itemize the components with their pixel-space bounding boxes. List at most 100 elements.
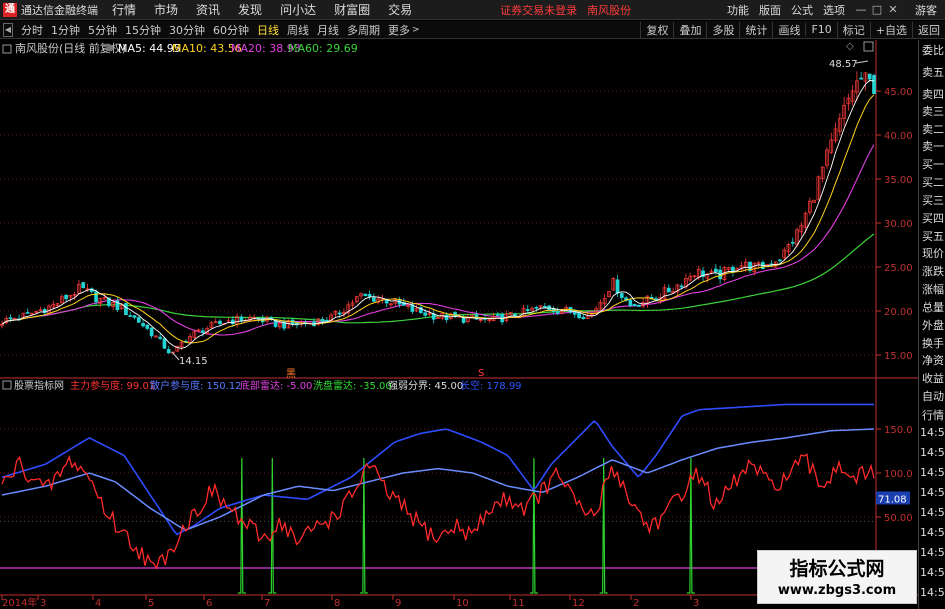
restore-panel-icon[interactable]: [863, 41, 874, 52]
chart-area[interactable]: 45.0040.0035.0030.0025.0020.0015.00 南风股份…: [0, 40, 918, 609]
menu-news[interactable]: 资讯: [196, 1, 220, 18]
indicator-bottom-radar: 底部雷达: -5.00: [240, 379, 312, 392]
sidebar-item-6[interactable]: 买一: [920, 156, 945, 172]
chevron-right-icon[interactable]: >: [412, 25, 420, 35]
long-short-line: [1, 428, 875, 531]
period-30min[interactable]: 30分钟: [169, 22, 205, 38]
period-15min[interactable]: 15分钟: [125, 22, 161, 38]
indicator-strength-divider: 强弱分界: 45.00: [388, 380, 463, 392]
sidebar-item-11[interactable]: 现价: [920, 245, 945, 261]
period-60min[interactable]: 60分钟: [213, 22, 249, 38]
tool-add-watchlist[interactable]: +自选: [869, 21, 912, 38]
indicator-toggle-icon[interactable]: [2, 380, 12, 390]
tool-f10[interactable]: F10: [805, 23, 836, 36]
current-stock-name: 南风股份: [587, 3, 632, 17]
sidebar-item-0[interactable]: 委比: [920, 42, 945, 58]
sidebar-item-3[interactable]: 卖三: [920, 103, 945, 119]
candle-body: [132, 315, 137, 318]
sidebar-item-14[interactable]: 总量: [920, 299, 945, 315]
sidebar-item-13[interactable]: 涨幅: [920, 281, 945, 297]
guest-login[interactable]: 游客: [915, 2, 937, 18]
tool-back[interactable]: 返回: [912, 21, 945, 38]
washout-spike: [599, 457, 608, 594]
tool-mark[interactable]: 标记: [836, 21, 870, 38]
menu-discover[interactable]: 发现: [238, 1, 262, 18]
candle-body: [872, 75, 876, 95]
sidebar-item-18[interactable]: 收益: [920, 370, 945, 386]
sidebar-item-4[interactable]: 卖二: [920, 121, 945, 137]
x-axis-label: 2: [633, 598, 639, 609]
sidebar-item-26[interactable]: 14:50: [920, 526, 945, 539]
price-tick-label: 20.00: [884, 307, 913, 318]
minimize-icon[interactable]: —: [853, 3, 869, 16]
sidebar-item-7[interactable]: 买二: [920, 174, 945, 190]
menu-options[interactable]: 选项: [823, 2, 845, 18]
menu-wealth[interactable]: 财富圈: [334, 1, 370, 18]
watermark-title: 指标公式网: [789, 558, 885, 580]
sidebar-item-19[interactable]: 自动: [920, 388, 945, 404]
sidebar-item-2[interactable]: 卖四: [920, 86, 945, 102]
sidebar-item-1[interactable]: 卖五: [920, 64, 945, 80]
sidebar-item-10[interactable]: 买五: [920, 228, 945, 244]
main-force-line: [1, 453, 875, 570]
sidebar-item-9[interactable]: 买四: [920, 210, 945, 226]
candle-body: [423, 312, 428, 316]
nav-left-icon[interactable]: ◀: [3, 22, 13, 37]
menu-trade[interactable]: 交易: [388, 1, 412, 18]
candle-body: [367, 294, 372, 297]
period-1min[interactable]: 1分钟: [51, 22, 80, 38]
maximize-icon[interactable]: □: [869, 3, 885, 16]
panel-toggle-icon[interactable]: [2, 44, 12, 54]
sidebar-item-20[interactable]: 行情: [920, 407, 945, 423]
sidebar-item-25[interactable]: 14:50: [920, 506, 945, 519]
period-monthly[interactable]: 月线: [317, 22, 339, 38]
sidebar-item-17[interactable]: 净资: [920, 352, 945, 368]
period-weekly[interactable]: 周线: [287, 22, 309, 38]
period-multi[interactable]: 多周期: [347, 22, 380, 38]
sidebar-item-12[interactable]: 涨跌: [920, 263, 945, 279]
sidebar-item-29[interactable]: 14:50: [920, 586, 945, 599]
tool-stats[interactable]: 统计: [739, 21, 772, 38]
sidebar-item-16[interactable]: 换手: [920, 335, 945, 351]
candle-body: [525, 309, 530, 312]
login-notice[interactable]: 证券交易未登录: [500, 2, 577, 18]
tool-adjust[interactable]: 复权: [640, 21, 673, 38]
candle-body: [372, 297, 376, 302]
sidebar-item-15[interactable]: 外盘: [920, 317, 945, 333]
period-more[interactable]: 更多: [388, 22, 410, 38]
candle-body: [778, 259, 782, 262]
settings-dot-icon[interactable]: [106, 44, 114, 52]
menu-market[interactable]: 市场: [154, 1, 178, 18]
menu-quotes[interactable]: 行情: [112, 1, 136, 18]
diamond-icon[interactable]: ◇: [846, 41, 854, 52]
period-daily[interactable]: 日线: [257, 22, 279, 38]
candle-body: [679, 285, 684, 288]
tool-overlay[interactable]: 叠加: [673, 21, 706, 38]
menu-function[interactable]: 功能: [727, 2, 749, 18]
sidebar-item-23[interactable]: 14:50: [920, 466, 945, 479]
x-axis-label: 9: [395, 598, 401, 609]
menu-formula[interactable]: 公式: [791, 2, 813, 18]
price-tick-label: 35.00: [884, 175, 913, 186]
menu-assistant[interactable]: 问小达: [280, 1, 316, 18]
sidebar-item-21[interactable]: 14:50: [920, 426, 945, 439]
close-icon[interactable]: ✕: [885, 3, 901, 16]
sidebar-item-5[interactable]: 卖一: [920, 138, 945, 154]
tool-multi-stock[interactable]: 多股: [706, 21, 739, 38]
sidebar-item-24[interactable]: 14:50: [920, 486, 945, 499]
sidebar-item-28[interactable]: 14:50: [920, 566, 945, 579]
sidebar-item-22[interactable]: 14:50: [920, 446, 945, 459]
tool-draw[interactable]: 画线: [772, 21, 805, 38]
period-timeshare[interactable]: 分时: [21, 22, 43, 38]
candle-body: [162, 338, 167, 349]
x-axis-label: 3: [693, 598, 699, 609]
menu-layout[interactable]: 版面: [759, 2, 781, 18]
ma10-line: [1, 94, 875, 344]
sidebar-item-8[interactable]: 买三: [920, 192, 945, 208]
indicator-tick-label: 150.0: [884, 425, 913, 436]
black-horse-marker: 黑: [286, 368, 296, 380]
price-tick-label: 30.00: [884, 219, 913, 230]
candle-body: [581, 316, 586, 320]
sidebar-item-27[interactable]: 14:50: [920, 546, 945, 559]
period-5min[interactable]: 5分钟: [88, 22, 117, 38]
